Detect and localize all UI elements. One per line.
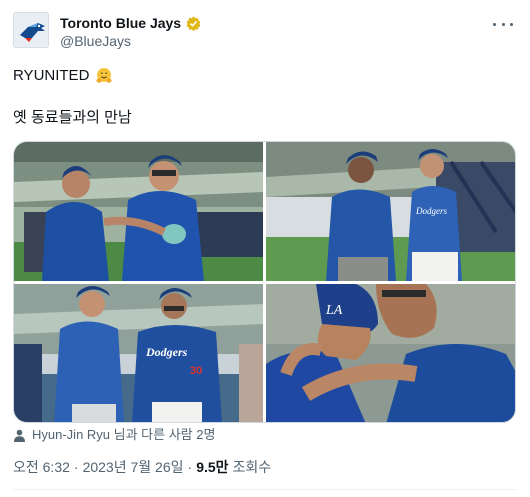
tweet-text-line-2: 옛 동료들과의 만남 [13, 109, 132, 126]
media-grid: Dodgers Dodgers 30 LA [13, 141, 516, 423]
tweet-text-line-1: RYUNITED [13, 66, 113, 86]
meta-separator: · [187, 459, 193, 475]
svg-text:30: 30 [190, 365, 202, 377]
svg-text:LA: LA [325, 303, 343, 318]
photo-3[interactable]: Dodgers 30 [14, 284, 263, 422]
divider [13, 489, 517, 490]
photo-1[interactable] [14, 142, 263, 281]
svg-text:Dodgers: Dodgers [415, 206, 447, 216]
tweet-text-ryunited: RYUNITED [13, 67, 90, 84]
views-count: 9.5만 [196, 459, 229, 475]
meta-separator: · [73, 459, 79, 475]
svg-text:Dodgers: Dodgers [145, 345, 188, 359]
views-label: 조회수 [232, 459, 272, 475]
tweet-date[interactable]: 2023년 7월 26일 [83, 458, 184, 476]
photo-4[interactable]: LA [266, 284, 515, 422]
tagged-users[interactable]: Hyun-Jin Ryu 님과 다른 사람 2명 [13, 426, 215, 444]
hugging-face-emoji-icon [95, 67, 113, 85]
person-icon [13, 429, 26, 442]
verified-gold-badge-icon [186, 15, 201, 31]
tagged-users-text: Hyun-Jin Ryu 님과 다른 사람 2명 [32, 427, 216, 442]
tweet-header: Toronto Blue Jays @BlueJays [13, 12, 517, 52]
more-options-icon[interactable] [493, 18, 513, 30]
blue-jays-logo-icon[interactable] [13, 12, 49, 48]
tweet-meta: 오전 6:32 · 2023년 7월 26일 · 9.5만 조회수 [13, 458, 271, 476]
account-handle[interactable]: @BlueJays [60, 33, 131, 49]
tweet-time[interactable]: 오전 6:32 [13, 458, 70, 476]
photo-2[interactable]: Dodgers [266, 142, 515, 281]
display-name[interactable]: Toronto Blue Jays [60, 14, 181, 32]
